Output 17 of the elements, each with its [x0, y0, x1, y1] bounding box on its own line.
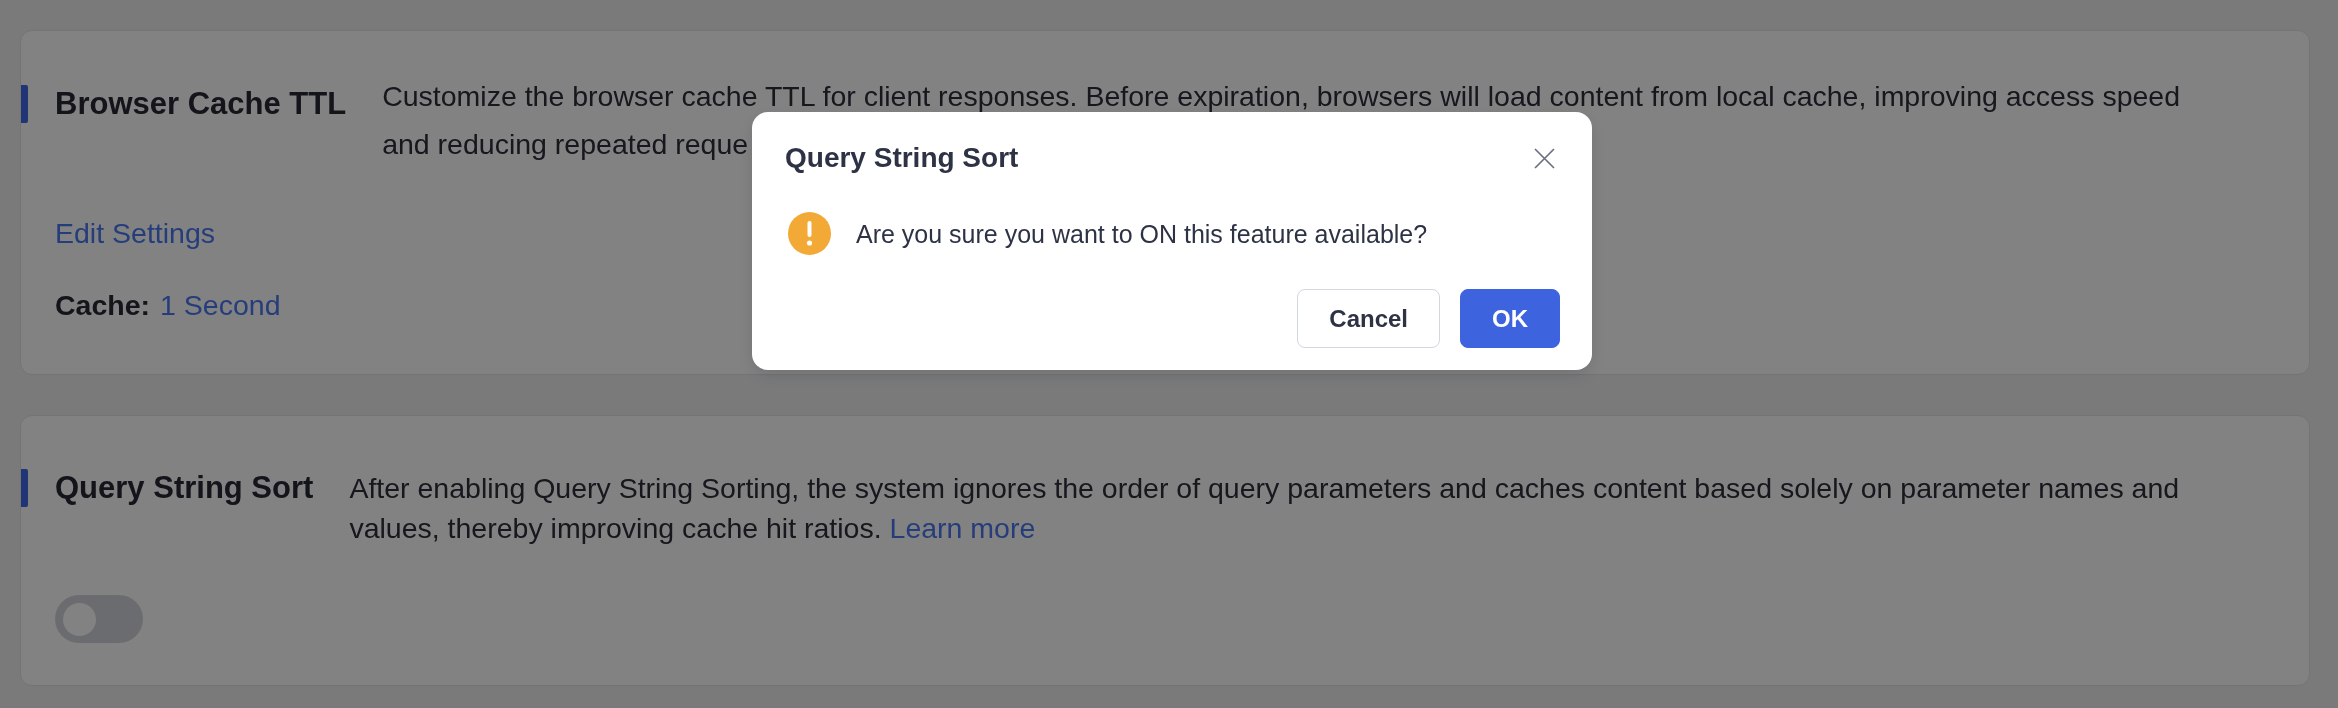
section-accent-bar [21, 85, 28, 123]
setting-label: Cache: [55, 288, 151, 323]
edit-settings-link[interactable]: Edit Settings [55, 213, 215, 253]
section-description: and reducing repeated reque [382, 127, 749, 162]
section-title: Browser Cache TTL [55, 85, 347, 123]
section-description: After enabling Query String Sorting, the system ignores the order of query parameters and caches content based solely on parameter names and values, thereby improving cache hit ratios. Learn more [349, 471, 2181, 546]
dialog-title: Query String Sort [785, 141, 1019, 175]
ok-button[interactable]: OK [1460, 289, 1560, 348]
learn-more-link[interactable]: Learn more [889, 512, 1036, 544]
close-button[interactable] [1534, 147, 1555, 169]
section-title: Query String Sort [55, 469, 314, 507]
setting-value: 1 Second [160, 288, 281, 323]
warning-icon [788, 212, 831, 255]
cancel-button[interactable]: Cancel [1297, 289, 1440, 348]
section-accent-bar [21, 469, 28, 507]
close-icon [1534, 147, 1555, 169]
dialog-message: Are you sure you want to ON this feature available? [856, 218, 1428, 250]
